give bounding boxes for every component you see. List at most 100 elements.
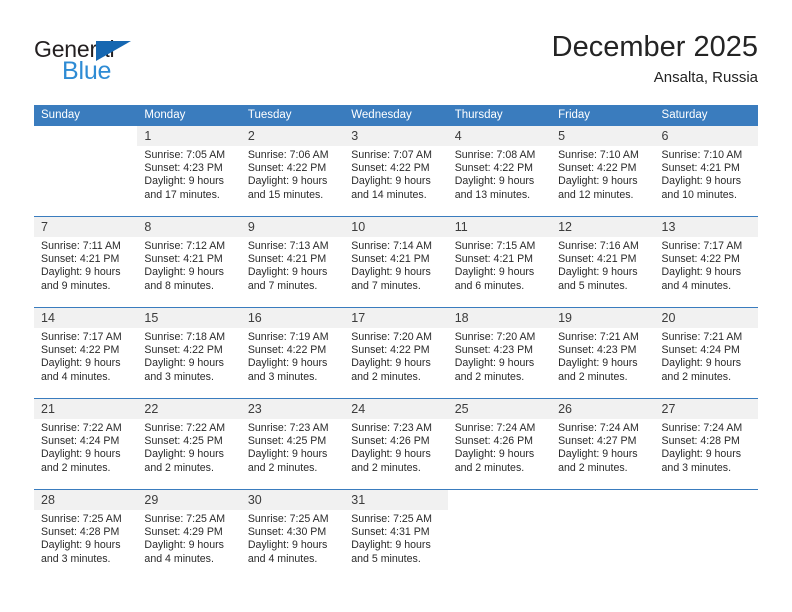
sunrise-time: Sunrise: 7:24 AM <box>454 422 536 434</box>
weekday-header-friday: Friday <box>551 105 655 126</box>
calendar-week-row: 1 Sunrise: 7:05 AM Sunset: 4:23 PM Daylight… <box>34 126 758 217</box>
daylight-duration-line1: Daylight: 9 hours <box>144 539 224 552</box>
sunrise-time: Sunrise: 7:25 AM <box>41 513 122 525</box>
sunset-time: Sunset: 4:25 PM <box>144 435 223 448</box>
day-number: 15 <box>137 308 241 328</box>
daylight-duration-line2: and 3 minutes. <box>41 552 111 565</box>
day-details: Sunrise: 7:24 AM Sunset: 4:28 PM Daylight:… <box>655 419 758 475</box>
daylight-duration-line2: and 3 minutes. <box>661 461 732 474</box>
weekday-header-monday: Monday <box>137 105 241 126</box>
sunset-time: Sunset: 4:31 PM <box>351 526 430 539</box>
calendar-day-cell[interactable]: 1 Sunrise: 7:05 AM Sunset: 4:23 PM Daylight… <box>137 126 241 217</box>
calendar-day-cell[interactable]: 4 Sunrise: 7:08 AM Sunset: 4:22 PM Daylight… <box>447 126 552 217</box>
day-details: Sunrise: 7:16 AM Sunset: 4:21 PM Daylight:… <box>551 237 654 293</box>
calendar-day-cell[interactable]: 9 Sunrise: 7:13 AM Sunset: 4:21 PM Daylight… <box>240 216 345 308</box>
sunrise-time: Sunrise: 7:10 AM <box>661 149 743 161</box>
calendar-day-cell[interactable]: 3 Sunrise: 7:07 AM Sunset: 4:22 PM Daylight… <box>344 126 448 217</box>
day-number: 17 <box>344 308 448 328</box>
calendar-day-cell[interactable]: 20 Sunrise: 7:21 AM Sunset: 4:24 PM Dayligh… <box>654 307 758 399</box>
general-blue-logo[interactable]: General Blue <box>34 36 184 92</box>
calendar-body: 1 Sunrise: 7:05 AM Sunset: 4:23 PM Daylight… <box>34 126 758 580</box>
sunset-time: Sunset: 4:23 PM <box>144 162 223 175</box>
calendar-empty-cell <box>34 126 137 217</box>
daylight-duration-line2: and 3 minutes. <box>247 370 318 383</box>
calendar-day-cell[interactable]: 8 Sunrise: 7:12 AM Sunset: 4:21 PM Daylight… <box>137 216 241 308</box>
sunrise-time: Sunrise: 7:08 AM <box>454 149 536 161</box>
calendar-day-cell[interactable]: 19 Sunrise: 7:21 AM Sunset: 4:23 PM Dayligh… <box>551 307 655 399</box>
sunset-time: Sunset: 4:22 PM <box>454 162 534 175</box>
day-details: Sunrise: 7:24 AM Sunset: 4:27 PM Daylight:… <box>551 419 654 475</box>
sunrise-time: Sunrise: 7:20 AM <box>351 331 432 343</box>
calendar-empty-cell <box>654 489 758 580</box>
calendar-day-cell[interactable]: 12 Sunrise: 7:16 AM Sunset: 4:21 PM Dayligh… <box>551 216 655 308</box>
sunset-time: Sunset: 4:27 PM <box>558 435 637 448</box>
calendar-day-cell[interactable]: 11 Sunrise: 7:15 AM Sunset: 4:21 PM Dayligh… <box>447 216 552 308</box>
daylight-duration-line2: and 4 minutes. <box>247 552 318 565</box>
sunrise-time: Sunrise: 7:23 AM <box>351 422 432 434</box>
day-details: Sunrise: 7:22 AM Sunset: 4:24 PM Daylight:… <box>34 419 137 475</box>
calendar-day-cell[interactable]: 2 Sunrise: 7:06 AM Sunset: 4:22 PM Daylight… <box>240 126 345 217</box>
sunset-time: Sunset: 4:22 PM <box>558 162 637 175</box>
sunset-time: Sunset: 4:21 PM <box>661 162 740 175</box>
day-details: Sunrise: 7:14 AM Sunset: 4:21 PM Daylight:… <box>344 237 447 293</box>
day-number: 11 <box>447 217 552 237</box>
sunset-time: Sunset: 4:22 PM <box>144 344 223 357</box>
calendar-day-cell[interactable]: 29 Sunrise: 7:25 AM Sunset: 4:29 PM Dayligh… <box>137 489 241 580</box>
calendar-day-cell[interactable]: 23 Sunrise: 7:23 AM Sunset: 4:25 PM Dayligh… <box>240 398 345 490</box>
calendar-week-row: 21 Sunrise: 7:22 AM Sunset: 4:24 PM Dayligh… <box>34 398 758 490</box>
sunrise-time: Sunrise: 7:22 AM <box>144 422 226 434</box>
calendar-day-cell[interactable]: 21 Sunrise: 7:22 AM Sunset: 4:24 PM Dayligh… <box>34 398 138 490</box>
sunset-time: Sunset: 4:21 PM <box>558 253 637 266</box>
sunrise-time: Sunrise: 7:25 AM <box>144 513 226 525</box>
day-number: 25 <box>447 399 552 419</box>
sunrise-time: Sunrise: 7:13 AM <box>247 240 329 252</box>
day-number: 5 <box>551 126 655 146</box>
calendar-week-row: 7 Sunrise: 7:11 AM Sunset: 4:21 PM Daylight… <box>34 216 758 308</box>
sunrise-time: Sunrise: 7:25 AM <box>247 513 329 525</box>
day-number: 18 <box>447 308 552 328</box>
calendar-day-cell[interactable]: 16 Sunrise: 7:19 AM Sunset: 4:22 PM Dayligh… <box>240 307 345 399</box>
daylight-duration-line1: Daylight: 9 hours <box>351 266 431 279</box>
calendar-day-cell[interactable]: 6 Sunrise: 7:10 AM Sunset: 4:21 PM Daylight… <box>654 126 758 217</box>
sunset-time: Sunset: 4:21 PM <box>247 253 327 266</box>
sunrise-time: Sunrise: 7:21 AM <box>661 331 743 343</box>
day-details: Sunrise: 7:17 AM Sunset: 4:22 PM Daylight:… <box>655 237 758 293</box>
calendar-day-cell[interactable]: 28 Sunrise: 7:25 AM Sunset: 4:28 PM Dayligh… <box>34 489 138 580</box>
weekday-header-thursday: Thursday <box>447 105 552 126</box>
calendar-day-cell[interactable]: 24 Sunrise: 7:23 AM Sunset: 4:26 PM Dayligh… <box>344 398 448 490</box>
sunrise-time: Sunrise: 7:21 AM <box>558 331 639 343</box>
daylight-duration-line1: Daylight: 9 hours <box>558 448 638 461</box>
daylight-duration-line1: Daylight: 9 hours <box>661 175 742 188</box>
calendar-week-row: 14 Sunrise: 7:17 AM Sunset: 4:22 PM Dayligh… <box>34 307 758 399</box>
calendar-day-cell[interactable]: 15 Sunrise: 7:18 AM Sunset: 4:22 PM Dayligh… <box>137 307 241 399</box>
calendar-day-cell[interactable]: 5 Sunrise: 7:10 AM Sunset: 4:22 PM Daylight… <box>551 126 655 217</box>
calendar-day-cell[interactable]: 10 Sunrise: 7:14 AM Sunset: 4:21 PM Dayligh… <box>344 216 448 308</box>
sunrise-time: Sunrise: 7:14 AM <box>351 240 432 252</box>
day-number: 14 <box>34 308 138 328</box>
day-number: 10 <box>344 217 448 237</box>
calendar-day-cell[interactable]: 14 Sunrise: 7:17 AM Sunset: 4:22 PM Dayligh… <box>34 307 138 399</box>
day-number: 21 <box>34 399 138 419</box>
calendar-day-cell[interactable]: 26 Sunrise: 7:24 AM Sunset: 4:27 PM Dayligh… <box>551 398 655 490</box>
calendar-day-cell[interactable]: 18 Sunrise: 7:20 AM Sunset: 4:23 PM Dayligh… <box>447 307 552 399</box>
calendar-day-cell[interactable]: 22 Sunrise: 7:22 AM Sunset: 4:25 PM Dayligh… <box>137 398 241 490</box>
sunset-time: Sunset: 4:23 PM <box>454 344 534 357</box>
sunrise-time: Sunrise: 7:19 AM <box>247 331 329 343</box>
calendar-day-cell[interactable]: 30 Sunrise: 7:25 AM Sunset: 4:30 PM Dayligh… <box>240 489 345 580</box>
day-number <box>655 490 758 510</box>
day-number: 24 <box>344 399 448 419</box>
calendar-day-cell[interactable]: 27 Sunrise: 7:24 AM Sunset: 4:28 PM Dayligh… <box>654 398 758 490</box>
day-number <box>34 126 137 146</box>
daylight-duration-line1: Daylight: 9 hours <box>247 266 328 279</box>
calendar-day-cell[interactable]: 25 Sunrise: 7:24 AM Sunset: 4:26 PM Dayligh… <box>447 398 552 490</box>
day-number: 23 <box>240 399 345 419</box>
calendar-day-cell[interactable]: 13 Sunrise: 7:17 AM Sunset: 4:22 PM Dayligh… <box>654 216 758 308</box>
calendar-day-cell[interactable]: 17 Sunrise: 7:20 AM Sunset: 4:22 PM Dayligh… <box>344 307 448 399</box>
daylight-duration-line2: and 4 minutes. <box>144 552 214 565</box>
calendar-day-cell[interactable]: 7 Sunrise: 7:11 AM Sunset: 4:21 PM Daylight… <box>34 216 138 308</box>
day-number: 7 <box>34 217 138 237</box>
calendar-day-cell[interactable]: 31 Sunrise: 7:25 AM Sunset: 4:31 PM Dayligh… <box>344 489 448 580</box>
daylight-duration-line2: and 7 minutes. <box>351 279 421 292</box>
calendar-header-row: Sunday Monday Tuesday Wednesday Thursday Frid… <box>34 105 758 126</box>
sunset-time: Sunset: 4:21 PM <box>41 253 120 266</box>
